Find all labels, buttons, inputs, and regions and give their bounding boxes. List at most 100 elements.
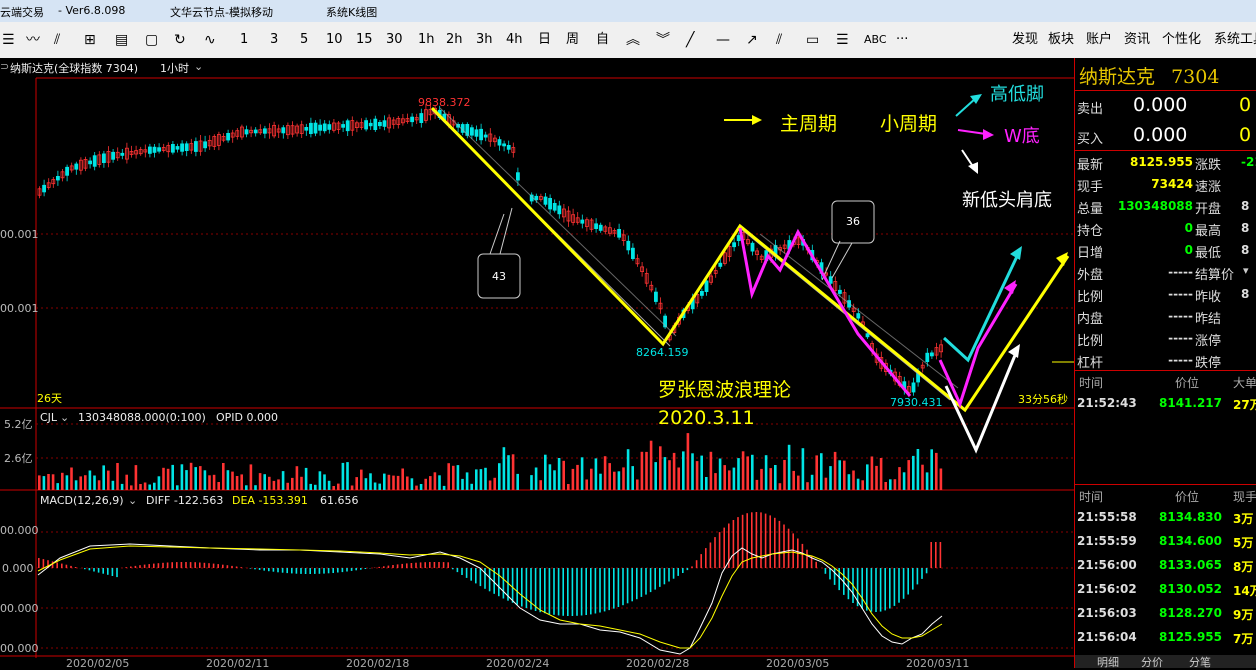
period-10[interactable]: 10 <box>326 31 343 49</box>
volume-bar <box>581 457 584 490</box>
app-name: 云端交易 <box>0 4 44 20</box>
macd-bar <box>641 568 643 597</box>
volume-bar <box>687 433 690 490</box>
menu-account[interactable]: 账户 <box>1086 31 1112 49</box>
volume-header[interactable]: CJL <box>40 411 58 424</box>
volume-bar <box>641 452 644 490</box>
macd-bar <box>144 565 146 568</box>
rectangle-icon[interactable]: ▭ <box>806 31 819 49</box>
macd-bar <box>884 568 886 610</box>
volume-bar <box>332 486 335 490</box>
save-icon[interactable]: ▢ <box>145 31 158 49</box>
text-tool[interactable]: ABC <box>864 31 887 49</box>
back-icon[interactable]: ⊃ <box>0 60 9 73</box>
refresh-icon[interactable]: ↻ <box>174 31 186 49</box>
symbol-label[interactable]: 纳斯达克(全球指数 7304) <box>10 60 138 76</box>
period-15[interactable]: 15 <box>356 31 373 49</box>
macd-bar <box>687 568 689 570</box>
macd-bar <box>332 568 334 573</box>
macd-bar <box>452 568 454 569</box>
volume-bar <box>176 485 179 490</box>
volume-bar <box>792 471 795 490</box>
ray-icon[interactable]: ↗ <box>746 31 758 49</box>
volume-bar <box>875 466 878 490</box>
horizontal-line-icon[interactable]: — <box>716 31 730 49</box>
indicator-icon[interactable]: ∿ <box>204 31 216 49</box>
volume-bar <box>406 477 409 491</box>
volume-value: 130348088.000(0:100) <box>78 411 206 424</box>
macd-bar <box>489 568 491 591</box>
trade-time: 21:56:02 <box>1077 582 1137 596</box>
volume-bar <box>254 485 257 490</box>
period-30[interactable]: 30 <box>386 31 403 49</box>
macd-bar <box>627 568 629 603</box>
menu-system-tools[interactable]: 系统工具 <box>1214 31 1256 49</box>
macd-header[interactable]: MACD(12,26,9) <box>40 494 124 507</box>
period-1[interactable]: 1 <box>240 31 248 49</box>
macd-bar <box>171 562 173 568</box>
quote-field-label: 最新 <box>1077 154 1103 173</box>
macd-bar <box>250 568 252 569</box>
macd-bar <box>521 568 523 607</box>
volume-bar <box>171 465 174 490</box>
menu-discover[interactable]: 发现 <box>1012 31 1038 49</box>
macd-bar <box>631 568 633 601</box>
volume-bar <box>346 462 349 490</box>
volume-bar <box>802 448 805 490</box>
period-1h[interactable]: 1h <box>418 31 435 49</box>
quote-field-label: 持仓 <box>1077 220 1103 239</box>
hamburger-icon[interactable]: ☰ <box>2 31 15 49</box>
legend-small-cycle-label: 小周期 <box>880 113 937 135</box>
period-selector[interactable]: 1小时 <box>160 60 189 76</box>
period-3h[interactable]: 3h <box>476 31 493 49</box>
period-2h[interactable]: 2h <box>446 31 463 49</box>
line-chart-icon[interactable]: 〰 <box>26 31 40 49</box>
settlement-dropdown-icon[interactable]: ▾ <box>1243 264 1249 277</box>
ohlc-icon[interactable]: ⊞ <box>84 31 96 49</box>
volume-bar <box>355 477 358 490</box>
macd-bar <box>162 563 164 568</box>
chevron-down-icon[interactable]: ⌄ <box>194 60 203 73</box>
candlestick-icon[interactable]: ⫽ <box>54 31 60 49</box>
macd-bar <box>291 568 293 573</box>
quote-field-label: 跌停 <box>1195 352 1221 371</box>
double-down-icon[interactable]: ︾ <box>656 31 670 49</box>
period-3[interactable]: 3 <box>270 31 278 49</box>
menu-sector[interactable]: 板块 <box>1048 31 1074 49</box>
volume-bar <box>631 466 634 490</box>
kline-chart[interactable]: 2020/02/05 2020/02/11 2020/02/18 2020/02… <box>0 58 1074 668</box>
macd-bar <box>576 568 578 616</box>
macd-bar <box>544 568 546 613</box>
volume-bar <box>378 484 381 490</box>
volume-bar <box>66 475 69 490</box>
volume-bar <box>815 455 818 490</box>
volume-bar <box>167 469 170 490</box>
volume-bar <box>461 479 464 490</box>
fib-icon[interactable]: ☰ <box>836 31 849 49</box>
quote-field-label: 最低 <box>1195 242 1221 261</box>
volume-bar <box>291 478 294 490</box>
volume-bar <box>388 475 391 490</box>
quote-panel: 纳斯达克 7304 卖出 0.000 0 买入 0.000 0 最新8125.9… <box>1074 58 1256 668</box>
menu-news[interactable]: 资讯 <box>1124 31 1150 49</box>
period-week[interactable]: 周 <box>566 31 579 49</box>
double-up-icon[interactable]: ︽ <box>626 31 640 49</box>
macd-bar <box>608 568 610 610</box>
period-day[interactable]: 日 <box>538 31 551 49</box>
callout-value-2: 36 <box>846 215 860 228</box>
volume-bar <box>645 452 648 490</box>
channel-icon[interactable]: ⫽ <box>776 31 782 49</box>
volume-bar <box>236 476 239 490</box>
print-icon[interactable]: ▤ <box>115 31 128 49</box>
period-custom[interactable]: 自 <box>596 31 609 49</box>
volume-bar <box>121 484 124 490</box>
macd-bar <box>618 568 620 607</box>
trendline-icon[interactable]: ╱ <box>686 31 694 49</box>
quote-field-value: ----- <box>1168 287 1193 301</box>
menu-personalize[interactable]: 个性化 <box>1162 31 1201 49</box>
period-5[interactable]: 5 <box>300 31 308 49</box>
more-tools[interactable]: ··· <box>896 31 908 49</box>
volume-bar <box>668 460 671 490</box>
period-4h[interactable]: 4h <box>506 31 523 49</box>
volume-bar <box>277 479 280 490</box>
